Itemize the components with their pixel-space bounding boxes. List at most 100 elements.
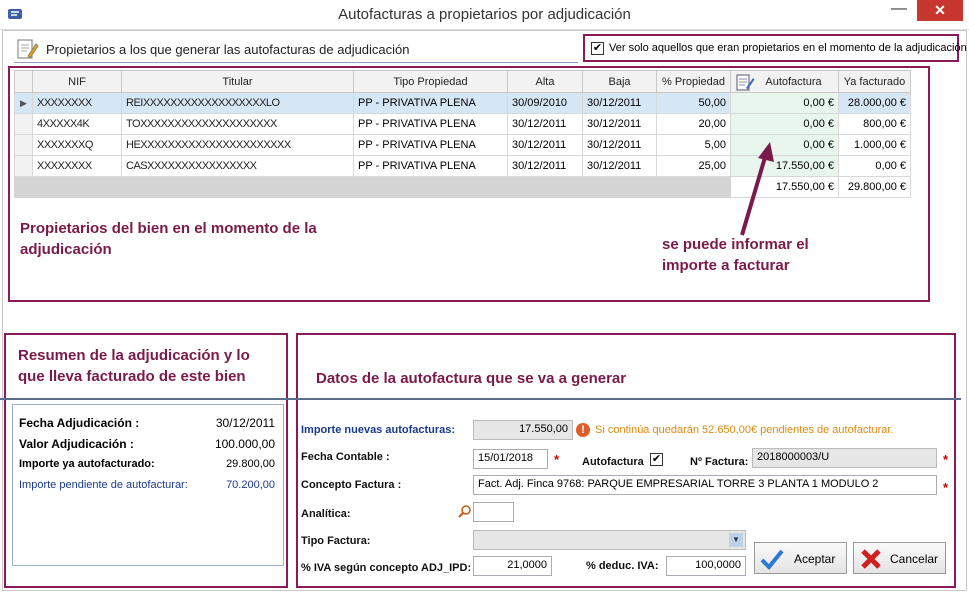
cancelar-label: Cancelar [890,552,939,566]
importe-annotation: se puede informar el importe a facturar [662,236,809,274]
cell-nif: XXXXXXXX [32,155,122,177]
pendiente-label: Importe pendiente de autofacturar: [19,479,188,491]
col-tipo[interactable]: Tipo Propiedad [353,70,508,93]
owners-annotation: Propietarios del bien en el momento de l… [20,220,317,258]
cell-pct: 5,00 [656,134,731,156]
resumen-annotation: Resumen de la adjudicación y lo que llev… [18,347,250,385]
cell-nif: 4XXXXX4K [32,113,122,135]
row-header-corner [14,70,33,93]
cell-pct: 50,00 [656,92,731,114]
only-owners-filter[interactable]: ✔ Ver solo aquellos que eran propietario… [583,34,967,62]
chevron-down-icon[interactable]: ▼ [729,533,743,547]
tipo-factura-select[interactable]: ▼ [473,530,746,550]
cell-nif: XXXXXXXQ [32,134,122,156]
deduc-iva-label: % deduc. IVA: [586,560,659,572]
current-row-indicator-icon: ▶ [14,92,33,114]
cell-titular: TOXXXXXXXXXXXXXXXXXXXX [121,113,354,135]
cell-ya-facturado: 0,00 € [838,155,911,177]
row-header [14,155,33,177]
importe-field[interactable]: 17.550,00 [473,420,573,440]
aceptar-button[interactable]: Aceptar [754,542,847,574]
concepto-label: Concepto Factura : [301,479,402,491]
tipo-factura-label: Tipo Factura: [301,535,371,547]
fecha-adjudicacion-value: 30/12/2011 [215,416,275,430]
edit-document-icon [17,39,39,59]
cell-autofactura[interactable]: 0,00 € [730,113,839,135]
table-row[interactable]: ▶ XXXXXXXX REIXXXXXXXXXXXXXXXXXXLO PP - … [14,92,911,114]
cell-tipo: PP - PRIVATIVA PLENA [353,155,508,177]
cell-titular: HEXXXXXXXXXXXXXXXXXXXXXX [121,134,354,156]
cell-tipo: PP - PRIVATIVA PLENA [353,92,508,114]
cancelar-button[interactable]: Cancelar [853,542,946,574]
iva-field[interactable]: 21,0000 [473,556,552,576]
col-nif[interactable]: NIF [32,70,122,93]
col-autofactura[interactable]: Autofactura [730,70,839,93]
cell-alta: 30/09/2010 [507,92,583,114]
col-pct[interactable]: % Propiedad [656,70,731,93]
fecha-adjudicacion-label: Fecha Adjudicación : [19,416,140,430]
required-marker: * [943,452,949,467]
only-owners-checkbox[interactable]: ✔ [591,42,604,55]
checkmark-icon [760,549,784,570]
resumen-panel: Fecha Adjudicación : 30/12/2011 Valor Ad… [12,404,284,566]
col-alta[interactable]: Alta [507,70,583,93]
deduc-iva-field[interactable]: 100,0000 [666,556,746,576]
table-row[interactable]: 4XXXXX4K TOXXXXXXXXXXXXXXXXXXXX PP - PRI… [14,113,911,135]
cell-tipo: PP - PRIVATIVA PLENA [353,134,508,156]
valor-adjudicacion-value: 100.000,00 [214,437,275,451]
cell-autofactura[interactable]: 0,00 € [730,92,839,114]
row-header [14,134,33,156]
cell-nif: XXXXXXXX [32,92,122,114]
aceptar-label: Aceptar [794,552,836,566]
datos-divider [0,398,961,400]
autofactura-label: Autofactura [582,456,644,468]
valor-adjudicacion-row: Valor Adjudicación : 100.000,00 [19,437,275,451]
total-ya-facturado: 29.800,00 € [838,176,911,198]
cell-alta: 30/12/2011 [507,113,583,135]
cell-titular: REIXXXXXXXXXXXXXXXXXXLO [121,92,354,114]
fecha-contable-label: Fecha Contable : [301,451,390,463]
importe-label: Importe nuevas autofacturas: [301,424,456,436]
cell-tipo: PP - PRIVATIVA PLENA [353,113,508,135]
only-owners-label: Ver solo aquellos que eran propietarios … [609,42,967,54]
col-titular[interactable]: Titular [121,70,354,93]
valor-adjudicacion-label: Valor Adjudicación : [19,437,134,451]
cell-alta: 30/12/2011 [507,134,583,156]
iva-label: % IVA según concepto ADJ_IPD: [301,562,472,574]
cell-ya-facturado: 28.000,00 € [838,92,911,114]
col-baja[interactable]: Baja [582,70,657,93]
minimize-button[interactable]: — [889,1,909,18]
warning-text: Si continúa quedarán 52.650,00€ pendient… [595,424,894,436]
ya-autofacturado-label: Importe ya autofacturado: [19,458,155,470]
search-icon[interactable] [458,505,472,519]
col-autofactura-label: Autofactura [765,75,822,88]
cell-baja: 30/12/2011 [582,134,657,156]
cell-titular: CASXXXXXXXXXXXXXXXX [121,155,354,177]
section-header-label: Propietarios a los que generar las autof… [46,42,410,57]
cell-ya-facturado: 1.000,00 € [838,134,911,156]
fecha-contable-field[interactable]: 15/01/2018 [473,449,548,469]
ya-autofacturado-row: Importe ya autofacturado: 29.800,00 [19,458,275,470]
autofactura-checkbox[interactable]: ✔ [650,453,663,466]
close-button[interactable]: ✕ [917,0,963,21]
totals-spacer [14,176,731,198]
concepto-field[interactable]: Fact. Adj. Finca 9768: PARQUE EMPRESARIA… [473,475,937,495]
header-divider [14,62,578,63]
required-marker: * [943,480,949,495]
cell-pct: 25,00 [656,155,731,177]
cancel-icon [861,549,881,569]
analitica-label: Analítica: [301,508,351,520]
cell-baja: 30/12/2011 [582,92,657,114]
warning-icon: ! [576,423,590,437]
datos-annotation: Datos de la autofactura que se va a gene… [316,370,627,387]
pendiente-row: Importe pendiente de autofacturar: 70.20… [19,479,275,491]
analitica-field[interactable] [473,502,514,522]
nfactura-field[interactable]: 2018000003/U [752,448,937,468]
required-marker: * [554,452,560,467]
cell-pct: 20,00 [656,113,731,135]
row-header [14,113,33,135]
col-ya-facturado[interactable]: Ya facturado [838,70,911,93]
nfactura-label: Nº Factura: [690,456,749,468]
title-bar: Autofacturas a propietarios por adjudica… [0,0,969,30]
ya-autofacturado-value: 29.800,00 [226,458,275,470]
